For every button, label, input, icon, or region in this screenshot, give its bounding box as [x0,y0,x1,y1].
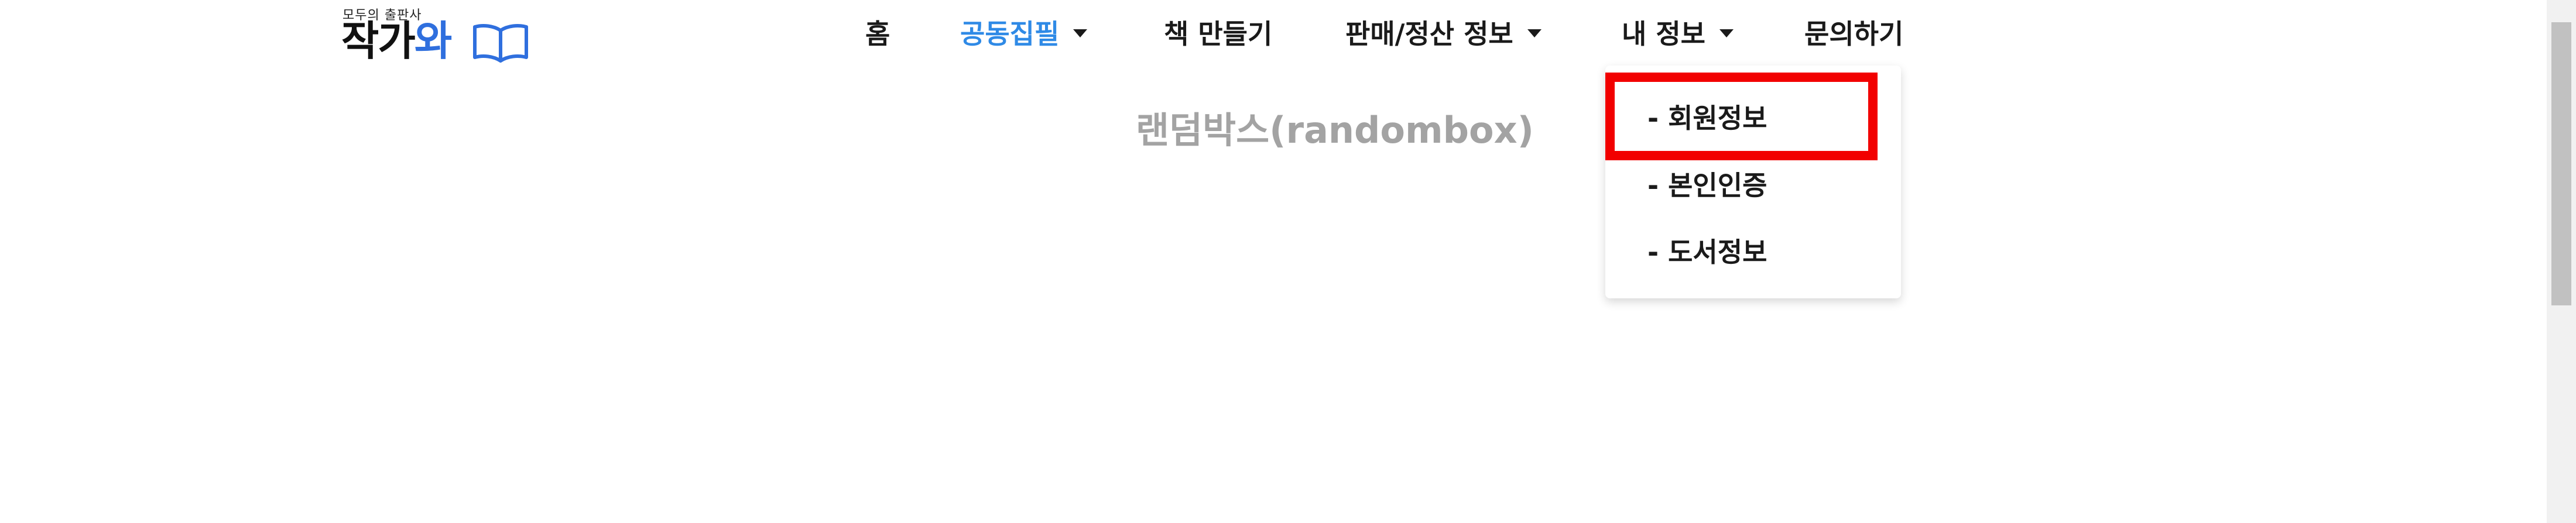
nav-item-contact[interactable]: 문의하기 [1804,12,1903,53]
nav-item-label: 문의하기 [1804,18,1904,50]
nav-item-collaborative-writing[interactable]: 공동집필 [960,12,1088,53]
dropdown-item-member-info[interactable]: - 회원정보 [1647,93,1767,140]
logo-wordmark: 작가와 [341,17,452,65]
dropdown-item-book-info[interactable]: - 도서정보 [1647,227,1767,274]
nav-item-my-info[interactable]: 내 정보 [1622,12,1734,53]
nav-item-home[interactable]: 홈 [865,12,890,53]
site-logo[interactable]: 모두의 출판사 작가와 [341,5,529,66]
caret-down-icon [1719,29,1734,37]
logo-name-part1: 작가 [341,17,416,65]
caret-down-icon [1073,29,1088,37]
nav-item-make-book[interactable]: 책 만들기 [1164,12,1272,53]
nav-item-label: 공동집필 [960,18,1060,50]
page: 모두의 출판사 작가와 홈 공동집필 책 만들기 판매/정산 정보 내 정보 문… [0,0,2576,523]
nav-item-label: 홈 [865,18,890,50]
page-title: 랜덤박스(randombox) [1136,109,1534,152]
logo-name-part2: 와 [414,17,452,65]
dropdown-item-identity-verification[interactable]: - 본인인증 [1647,160,1767,207]
my-info-dropdown-menu: - 회원정보 - 본인인증 - 도서정보 [1605,66,1901,298]
scrollbar-thumb[interactable] [2551,22,2571,305]
nav-item-label: 책 만들기 [1164,18,1273,50]
nav-item-label: 내 정보 [1622,18,1705,50]
caret-down-icon [1527,29,1542,37]
nav-item-sales-settlement[interactable]: 판매/정산 정보 [1345,12,1542,53]
open-book-icon [473,24,528,63]
nav-item-label: 판매/정산 정보 [1345,18,1513,50]
